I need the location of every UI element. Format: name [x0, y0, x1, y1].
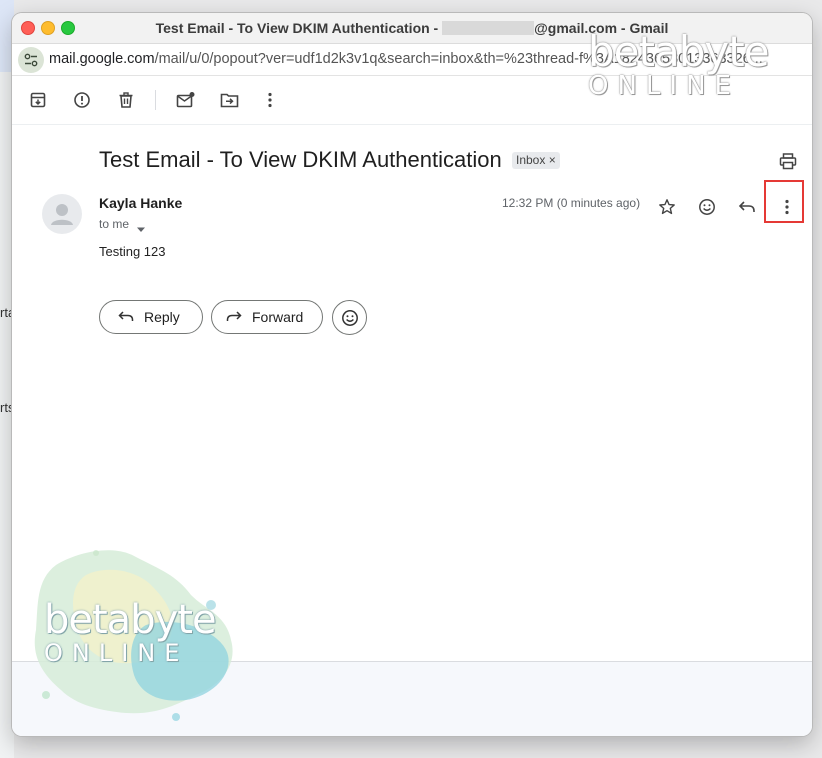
report-spam-icon[interactable]	[68, 86, 96, 114]
more-vert-icon[interactable]	[256, 86, 284, 114]
email-timestamp: 12:32 PM (0 minutes ago)	[502, 196, 641, 210]
add-reaction-icon[interactable]	[693, 193, 721, 221]
forward-button[interactable]: Forward	[211, 300, 323, 334]
chevron-down-icon[interactable]	[136, 220, 146, 238]
window-title-prefix: Test Email - To View DKIM Authentication…	[155, 20, 439, 36]
emoji-reaction-button[interactable]	[332, 300, 367, 335]
title-bar[interactable]: Test Email - To View DKIM Authentication…	[12, 13, 812, 44]
sender-name[interactable]: Kayla Hanke	[99, 195, 182, 211]
url-host: mail.google.com	[49, 51, 155, 67]
popout-window: Test Email - To View DKIM Authentication…	[12, 13, 812, 736]
toolbar-divider	[155, 90, 156, 110]
reply-icon	[118, 311, 134, 321]
forward-label: Forward	[252, 309, 304, 325]
avatar[interactable]	[42, 194, 82, 234]
emoji-icon	[341, 309, 358, 326]
remove-label-icon[interactable]: ×	[549, 153, 556, 167]
label-text: Inbox	[516, 153, 546, 167]
bottom-panel	[12, 661, 812, 736]
url-text[interactable]: mail.google.com/mail/u/0/popout?ver=udf1…	[49, 51, 799, 67]
archive-icon[interactable]	[24, 86, 52, 114]
window-title: Test Email - To View DKIM Authentication…	[12, 20, 812, 36]
site-settings-icon[interactable]	[18, 47, 44, 73]
annotation-highlight-box	[764, 180, 804, 223]
recipients-label[interactable]: to me	[99, 217, 129, 231]
url-path: /mail/u/0/popout?ver=udf1d2k3v1q&search=…	[154, 51, 763, 67]
star-icon[interactable]	[653, 193, 681, 221]
message-toolbar	[12, 76, 812, 125]
move-to-icon[interactable]	[216, 86, 244, 114]
reply-button[interactable]: Reply	[99, 300, 203, 334]
forward-icon	[226, 311, 242, 321]
mark-unread-icon[interactable]	[172, 86, 200, 114]
delete-icon[interactable]	[112, 86, 140, 114]
address-bar[interactable]: mail.google.com/mail/u/0/popout?ver=udf1…	[12, 44, 812, 76]
print-icon[interactable]	[776, 149, 800, 173]
redacted-address	[442, 21, 535, 35]
email-body: Testing 123	[99, 244, 166, 259]
inbox-label-chip[interactable]: Inbox ×	[512, 152, 560, 169]
reply-label: Reply	[144, 309, 180, 325]
window-title-suffix: @gmail.com - Gmail	[534, 20, 669, 36]
email-subject: Test Email - To View DKIM Authentication	[99, 147, 502, 172]
reply-icon[interactable]	[733, 193, 761, 221]
